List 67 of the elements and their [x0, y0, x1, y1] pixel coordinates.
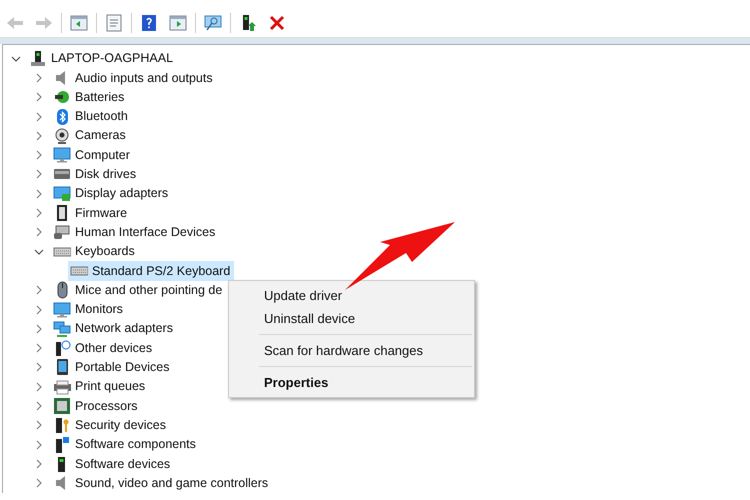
tree-item[interactable]: Network adapters [75, 319, 173, 338]
computer-icon [29, 50, 47, 68]
tree-item-label: Standard PS/2 Keyboard [92, 262, 230, 280]
tree-item[interactable]: Sound, video and game controllers [75, 474, 268, 493]
gamepad-keyboard-icon [53, 223, 71, 242]
tree-item[interactable]: Cameras [75, 126, 126, 146]
help-icon [139, 12, 159, 32]
network-computers-icon [53, 320, 71, 338]
chevron-right-icon[interactable] [34, 420, 44, 430]
tree-item[interactable]: Bluetooth [75, 107, 128, 126]
tree-item[interactable]: Batteries [75, 88, 124, 107]
display-card-icon [53, 184, 71, 203]
monitor-icon [53, 300, 71, 318]
menu-item[interactable]: Uninstall device [231, 307, 472, 330]
chevron-right-icon[interactable] [34, 478, 44, 488]
menu-item[interactable]: Update driver [231, 284, 472, 307]
chevron-down-icon[interactable] [34, 246, 44, 257]
chevron-right-icon[interactable] [34, 440, 44, 450]
tree-item[interactable]: Disk drives [75, 165, 136, 184]
tree-item[interactable]: Firmware [75, 204, 128, 222]
tree-item[interactable]: Mice and other pointing de [75, 280, 222, 300]
tree-item[interactable]: Processors [75, 396, 138, 416]
chevron-right-icon[interactable] [34, 400, 44, 411]
device-question-icon [53, 339, 71, 358]
chevron-right-icon[interactable] [34, 112, 44, 122]
tree-item[interactable]: Print queues [75, 377, 146, 396]
chevron-right-icon[interactable] [34, 362, 44, 372]
menu-item[interactable]: Scan for hardware changes [231, 339, 472, 362]
tree-item[interactable]: Monitors [75, 300, 123, 319]
tree-item[interactable]: Standard PS/2 Keyboard [68, 261, 234, 281]
tree-item[interactable]: Keyboards [75, 242, 135, 261]
monitor-search-icon [203, 12, 223, 32]
tree-item[interactable]: Display adapters [75, 184, 168, 204]
tree-item[interactable]: Audio inputs and outputs [75, 68, 213, 88]
chevron-right-icon[interactable] [34, 92, 44, 102]
processor-icon [53, 396, 71, 415]
chevron-right-icon[interactable] [34, 324, 44, 334]
device-key-icon [53, 416, 71, 434]
tree-item[interactable]: LAPTOP-OAGPHAAL [51, 49, 174, 68]
printer-icon [53, 378, 71, 396]
window-pane-icon [69, 12, 89, 32]
tree-item[interactable]: Software devices [75, 454, 170, 474]
chevron-right-icon[interactable] [34, 382, 44, 392]
tree-item[interactable]: Other devices [75, 338, 152, 358]
chevron-right-icon[interactable] [34, 169, 44, 180]
chevron-right-icon[interactable] [34, 188, 44, 199]
device-puzzle-icon [53, 436, 71, 454]
menu-item[interactable]: Properties [231, 371, 472, 394]
chevron-right-icon[interactable] [34, 285, 44, 296]
chevron-right-icon[interactable] [34, 150, 44, 160]
chevron-right-icon[interactable] [34, 72, 44, 83]
monitor-icon [53, 146, 71, 164]
tree-item[interactable]: Human Interface Devices [75, 222, 216, 242]
chevron-right-icon[interactable] [34, 130, 44, 141]
webcam-icon [53, 126, 71, 145]
chevron-right-icon[interactable] [34, 227, 44, 238]
window-pane-icon [168, 12, 188, 32]
chevron-down-icon[interactable] [11, 54, 21, 64]
tree-item[interactable]: Software components [75, 435, 196, 454]
tree-item[interactable]: Portable Devices [75, 358, 170, 377]
chevron-right-icon[interactable] [34, 458, 44, 469]
chevron-right-icon[interactable] [34, 304, 44, 314]
chevron-right-icon[interactable] [34, 208, 44, 218]
document-icon [104, 12, 124, 32]
tree-item[interactable]: Computer [75, 146, 130, 164]
chevron-right-icon[interactable] [34, 343, 44, 354]
tree-item[interactable]: Security devices [75, 416, 166, 435]
